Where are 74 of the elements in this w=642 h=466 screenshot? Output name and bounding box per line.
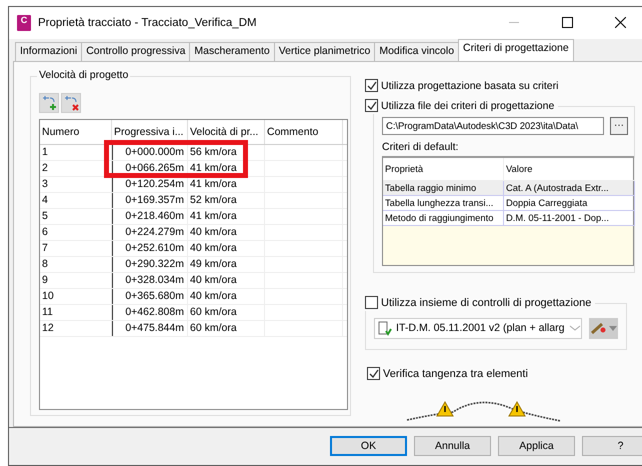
table-cell: 0+290.322m — [112, 256, 188, 272]
checkbox[interactable] — [365, 99, 378, 112]
add-row-button[interactable] — [39, 92, 59, 113]
table-cell: 2 — [40, 160, 112, 176]
brush-icon — [590, 321, 606, 336]
file-path-field[interactable]: C:\ProgramData\Autodesk\C3D 2023\ita\Data\ — [382, 116, 604, 135]
table-cell: 5 — [40, 208, 112, 224]
table-cell: 52 km/ora — [188, 192, 265, 208]
table-cell: 11 — [40, 304, 112, 320]
table-cell: 41 km/ora — [188, 176, 265, 192]
section-label: Criteri di default: — [382, 140, 460, 153]
table-cell: 0+120.254m — [112, 176, 188, 192]
table-cell: 40 km/ora — [188, 288, 265, 304]
table-cell: 49 km/ora — [188, 256, 265, 272]
dialog-button[interactable]: ? — [582, 436, 642, 456]
table-cell: 0+224.279m — [112, 224, 188, 240]
check-set-dropdown[interactable]: IT-D.M. 05.11.2001 v2 (plan + allarg — [374, 318, 582, 339]
dialog-button[interactable]: Applica — [498, 436, 575, 456]
maximize-icon[interactable] — [562, 17, 572, 28]
table-cell: 8 — [40, 256, 112, 272]
table-cell: 60 km/ora — [188, 304, 265, 320]
caret-icon — [608, 326, 617, 331]
window-title: Proprietà tracciato - Tracciato_Verifica_DM — [38, 16, 258, 29]
table-row[interactable]: Metodo di raggiungimento D.M. 05-11-2001 - Dop... — [383, 210, 633, 226]
checkbox[interactable] — [365, 296, 378, 310]
dropdown-value: IT-D.M. 05.11.2001 v2 (plan + allarg — [396, 322, 565, 334]
table-row[interactable]: Tabella lunghezza transi... Doppia Carreggiata — [383, 196, 633, 211]
table-cell: 41 km/ora — [188, 208, 265, 224]
delete-row-button[interactable] — [61, 92, 81, 113]
column-header[interactable]: Numero — [40, 120, 112, 144]
checkbox[interactable] — [367, 367, 380, 380]
checkbox-label: Verifica tangenza tra elementi — [383, 368, 528, 380]
table-cell: 3 — [40, 176, 112, 192]
table-cell: 4 — [40, 192, 112, 208]
chevron-icon — [568, 324, 581, 332]
close-icon[interactable] — [614, 17, 626, 28]
table-cell: 12 — [40, 320, 112, 336]
dialog-button[interactable]: Annulla — [414, 436, 491, 456]
table-cell: 56 km/ora — [188, 144, 265, 160]
checkbox-label: Utilizza file dei criteri di progettazione — [381, 100, 554, 112]
app-icon: C — [17, 14, 31, 31]
table-cell: 40 km/ora — [188, 240, 265, 256]
table-cell: 10 — [40, 288, 112, 304]
table-cell: 0+365.680m — [112, 288, 188, 304]
browse-button[interactable]: ··· — [610, 116, 628, 135]
table-cell: 0+218.460m — [112, 208, 188, 224]
table-cell: 0+066.265m — [112, 160, 188, 176]
edit-button[interactable] — [588, 318, 618, 339]
table-cell: 7 — [40, 240, 112, 256]
table-cell: 40 km/ora — [188, 272, 265, 288]
column-header[interactable]: Commento — [265, 120, 343, 144]
table-cell: 0+252.610m — [112, 240, 188, 256]
group-title: Velocità di progetto — [37, 68, 130, 81]
table-cell: 9 — [40, 272, 112, 288]
table-cell: 0+000.000m — [112, 144, 188, 160]
column-header[interactable]: Velocità di pr... — [188, 120, 265, 144]
checkbox-label: Utilizza insieme di controlli di progettazione — [381, 296, 592, 309]
table-cell: 6 — [40, 224, 112, 240]
table-cell: 1 — [40, 144, 112, 160]
column-header[interactable]: Progressiva i... — [112, 120, 188, 144]
table-cell: 0+462.808m — [112, 304, 188, 320]
dialog-button[interactable]: OK — [330, 436, 407, 456]
table-cell: 40 km/ora — [188, 224, 265, 240]
table-row[interactable]: Tabella raggio minimo Cat. A (Autostrada Extr... — [383, 180, 633, 196]
checkbox[interactable] — [365, 79, 378, 92]
table-cell: 0+475.844m — [112, 320, 188, 336]
table-cell: 0+169.357m — [112, 192, 188, 208]
tab[interactable]: Informazioni — [15, 42, 82, 61]
checkbox-label: Utilizza progettazione basata su criteri — [381, 80, 558, 92]
check-set-icon — [378, 320, 392, 336]
table-cell: 41 km/ora — [188, 160, 265, 176]
table-cell: 60 km/ora — [188, 320, 265, 336]
tab[interactable]: Criteri di progettazione — [458, 38, 574, 61]
table-cell: 0+328.034m — [112, 272, 188, 288]
